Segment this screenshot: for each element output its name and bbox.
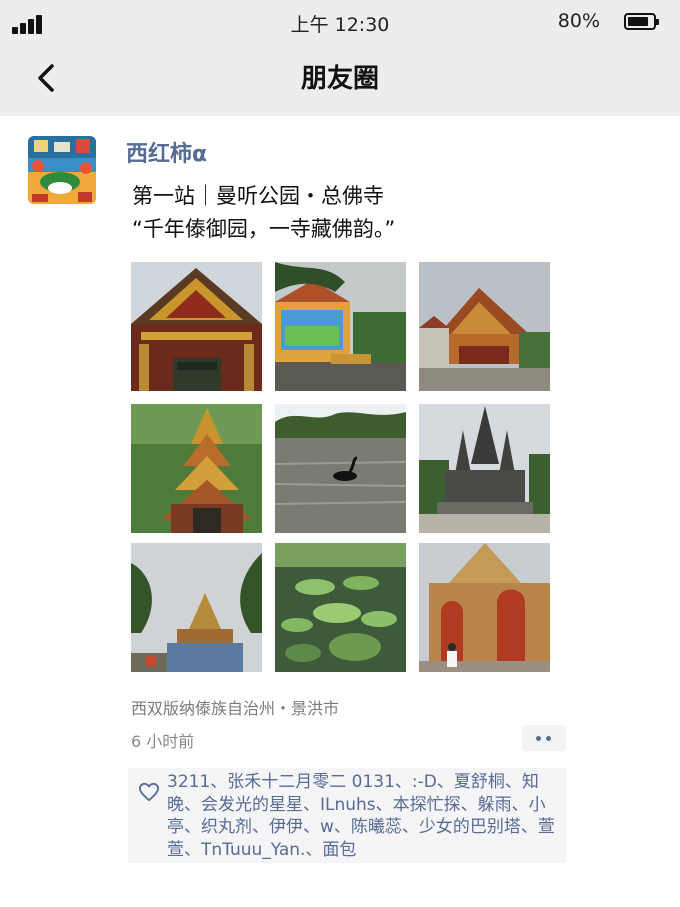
post-time: 6 小时前 [131, 732, 195, 751]
battery-percent: 80% [557, 10, 600, 32]
heart-icon [139, 782, 159, 802]
dot-icon [546, 736, 551, 741]
stone-stupa-photo[interactable] [419, 404, 550, 533]
lily-pond-photo[interactable] [275, 543, 406, 672]
top-bar: 上午 12:30 80% 朋友圈 [0, 0, 680, 116]
page-title: 朋友圈 [300, 64, 379, 94]
painted-wall-photo[interactable] [275, 262, 406, 391]
status-bar: 上午 12:30 80% [0, 0, 680, 44]
likes-panel: 3211、张禾十二月零二 0131、:-D、夏舒桐、知晚、会发光的星星、ILnu… [128, 768, 566, 863]
dot-icon [536, 736, 541, 741]
post-text: 第一站｜曼听公园・总佛寺 “千年傣御园，一寺藏佛韵。” [132, 184, 396, 241]
more-actions-button[interactable] [522, 725, 566, 751]
battery-icon [624, 13, 659, 30]
temple-hall-photo[interactable] [419, 262, 550, 391]
red-temple-wall-photo[interactable] [419, 543, 550, 672]
avatar[interactable] [28, 136, 96, 204]
location-link[interactable]: 西双版纳傣族自治州・景洪市 [131, 695, 339, 719]
post-author[interactable]: 西红柿α [126, 136, 207, 168]
garden-shrine-photo[interactable] [131, 543, 262, 672]
temple-gate-photo[interactable] [131, 262, 262, 391]
likes-list[interactable]: 3211、张禾十二月零二 0131、:-D、夏舒桐、知晚、会发光的星星、ILnu… [167, 771, 557, 861]
photo-grid [131, 262, 551, 683]
golden-pagoda-photo[interactable] [131, 404, 262, 533]
black-swan-lake-photo[interactable] [275, 404, 406, 533]
